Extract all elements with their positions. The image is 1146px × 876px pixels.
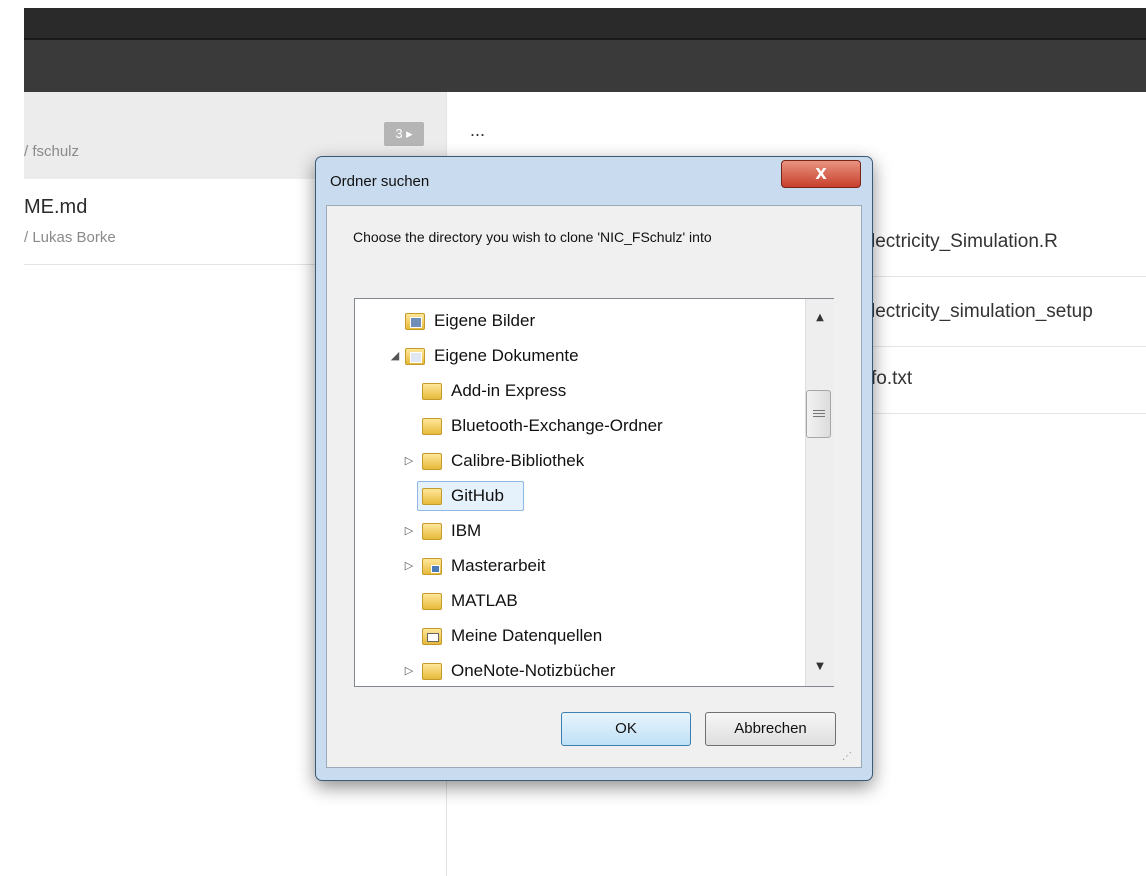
folder-tree[interactable]: Eigene Bilder ◢ Eigene Dokumente Add-in … [354, 298, 834, 687]
scrollbar-thumb[interactable] [806, 390, 831, 438]
folder-icon [422, 593, 442, 610]
folder-icon [422, 418, 442, 435]
close-button[interactable]: X [781, 160, 861, 188]
expand-arrow-icon[interactable]: ▷ [404, 516, 414, 546]
history-item-title[interactable]: ME.md [24, 196, 87, 219]
cancel-button[interactable]: Abbrechen [705, 712, 836, 746]
app-toolbar [24, 40, 1146, 92]
ok-button[interactable]: OK [561, 712, 691, 746]
folder-icon [422, 383, 442, 400]
data-sources-folder-icon [422, 628, 442, 645]
folder-icon [422, 523, 442, 540]
file-name: lectricity_simulation_setup [871, 301, 1093, 322]
folder-icon [422, 663, 442, 680]
app-titlebar [24, 8, 1146, 39]
dialog-prompt: Choose the directory you wish to clone '… [353, 229, 712, 245]
history-count-badge[interactable]: 3 ▸ [384, 122, 424, 146]
file-name: lectricity_Simulation.R [871, 231, 1058, 252]
tree-scrollbar[interactable]: ▲ ▼ [805, 299, 834, 686]
dialog-title: Ordner suchen [330, 173, 430, 190]
pictures-folder-icon [405, 313, 425, 330]
expand-arrow-icon[interactable]: ▷ [404, 551, 414, 581]
history-item-author: / fschulz [24, 143, 80, 160]
shared-folder-icon [422, 558, 442, 575]
collapse-arrow-icon[interactable]: ◢ [390, 341, 400, 371]
scroll-down-arrow-icon[interactable]: ▼ [806, 648, 834, 686]
file-name: fo.txt [871, 368, 913, 389]
folder-icon [422, 453, 442, 470]
expand-arrow-icon[interactable]: ▷ [404, 656, 414, 686]
more-menu[interactable]: ... [470, 120, 485, 141]
documents-folder-icon [405, 348, 425, 365]
resize-grip-icon[interactable]: ⋰ [842, 752, 854, 764]
history-item-author: / Lukas Borke [24, 229, 116, 246]
folder-icon [422, 488, 442, 505]
expand-arrow-icon[interactable]: ▷ [404, 446, 414, 476]
scroll-up-arrow-icon[interactable]: ▲ [806, 299, 834, 337]
